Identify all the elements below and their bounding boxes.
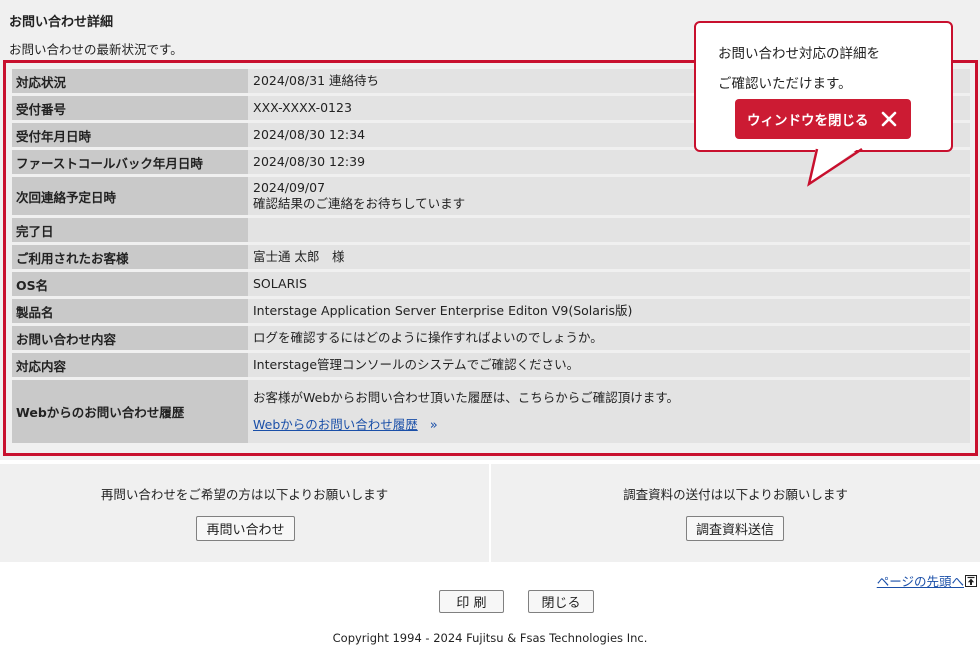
detail-row-value: 富士通 太郎 様 bbox=[248, 245, 970, 269]
detail-row-value bbox=[248, 218, 970, 242]
detail-row: 対応内容 Interstage管理コンソールのシステムでご確認ください。 bbox=[12, 353, 970, 377]
print-button[interactable]: 印 刷 bbox=[439, 590, 504, 613]
copyright: Copyright 1994 - 2024 Fujitsu & Fsas Tec… bbox=[332, 631, 648, 645]
detail-row-label: ご利用されたお客様 bbox=[12, 245, 248, 269]
detail-row-value: Interstage Application Server Enterprise… bbox=[248, 299, 970, 323]
reinquiry-button[interactable]: 再問い合わせ bbox=[196, 516, 295, 541]
detail-row-label: お問い合わせ内容 bbox=[12, 326, 248, 350]
page-top-icon bbox=[965, 574, 977, 587]
double-chevron-right-icon: » bbox=[429, 417, 438, 433]
detail-row-value: お客様がWebからお問い合わせ頂いた履歴は、こちらからご確認頂けます。 Webから… bbox=[248, 380, 970, 443]
detail-value-line: 富士通 太郎 様 bbox=[253, 249, 345, 264]
detail-row-label: 受付番号 bbox=[12, 96, 248, 120]
detail-row-label: 完了日 bbox=[12, 218, 248, 242]
action-panel: 再問い合わせをご希望の方は以下よりお願いします 再問い合わせ 調査資料の送付は以… bbox=[0, 464, 980, 562]
close-button[interactable]: 閉じる bbox=[528, 590, 594, 613]
detail-row-value: ログを確認するにはどのように操作すればよいのでしょうか。 bbox=[248, 326, 970, 350]
detail-value-line: ログを確認するにはどのように操作すればよいのでしょうか。 bbox=[253, 330, 603, 345]
balloon-line-2: ご確認いただけます。 bbox=[718, 76, 852, 92]
detail-value-line: SOLARIS bbox=[253, 276, 307, 291]
balloon-message: お問い合わせ対応の詳細を ご確認いただけます。 bbox=[718, 39, 880, 99]
detail-row-label: 製品名 bbox=[12, 299, 248, 323]
detail-row-label: ファーストコールバック年月日時 bbox=[12, 150, 248, 174]
detail-row-label: OS名 bbox=[12, 272, 248, 296]
bottom-divider bbox=[489, 464, 491, 562]
history-link-wrap: Webからのお問い合わせ履歴 » bbox=[253, 417, 965, 434]
detail-value-line: 確認結果のご連絡をお待ちしています bbox=[253, 196, 466, 211]
history-link[interactable]: Webからのお問い合わせ履歴 bbox=[253, 417, 418, 432]
close-icon bbox=[881, 111, 897, 127]
send-materials-button[interactable]: 調査資料送信 bbox=[686, 516, 784, 541]
detail-value-line: Interstage管理コンソールのシステムでご確認ください。 bbox=[253, 357, 580, 372]
detail-value-line: お客様がWebからお問い合わせ頂いた履歴は、こちらからご確認頂けます。 bbox=[253, 389, 680, 405]
detail-row: お問い合わせ内容 ログを確認するにはどのように操作すればよいのでしょうか。 bbox=[12, 326, 970, 350]
detail-row-label: 対応状況 bbox=[12, 69, 248, 93]
close-window-label: ウィンドウを閉じる bbox=[747, 113, 869, 129]
info-balloon: お問い合わせ対応の詳細を ご確認いただけます。 ウィンドウを閉じる bbox=[694, 21, 953, 152]
detail-row: 製品名 Interstage Application Server Enterpr… bbox=[12, 299, 970, 323]
page-top-link[interactable]: ページの先頭へ bbox=[877, 571, 977, 590]
detail-row-label: 受付年月日時 bbox=[12, 123, 248, 147]
detail-row: Webからのお問い合わせ履歴 お客様がWebからお問い合わせ頂いた履歴は、こちらか… bbox=[12, 380, 970, 443]
detail-row: OS名 SOLARIS bbox=[12, 272, 970, 296]
detail-row: ご利用されたお客様 富士通 太郎 様 bbox=[12, 245, 970, 269]
detail-row: 完了日 bbox=[12, 218, 970, 242]
detail-row-label: 次回連絡予定日時 bbox=[12, 177, 248, 215]
reinquiry-text: 再問い合わせをご希望の方は以下よりお願いします bbox=[100, 487, 389, 502]
send-materials-text: 調査資料の送付は以下よりお願いします bbox=[623, 487, 848, 502]
detail-row-value: Interstage管理コンソールのシステムでご確認ください。 bbox=[248, 353, 970, 377]
detail-value-line: Interstage Application Server Enterprise… bbox=[253, 303, 633, 318]
detail-row-value: SOLARIS bbox=[248, 272, 970, 296]
balloon-tail bbox=[807, 146, 863, 187]
page-title: お問い合わせ詳細 bbox=[9, 15, 114, 30]
page-top-label: ページの先頭へ bbox=[876, 574, 964, 589]
page-subtitle: お問い合わせの最新状況です。 bbox=[9, 42, 183, 57]
detail-row-label: Webからのお問い合わせ履歴 bbox=[12, 380, 248, 443]
close-window-button[interactable]: ウィンドウを閉じる bbox=[735, 99, 911, 139]
balloon-line-1: お問い合わせ対応の詳細を bbox=[718, 46, 880, 62]
detail-row-label: 対応内容 bbox=[12, 353, 248, 377]
